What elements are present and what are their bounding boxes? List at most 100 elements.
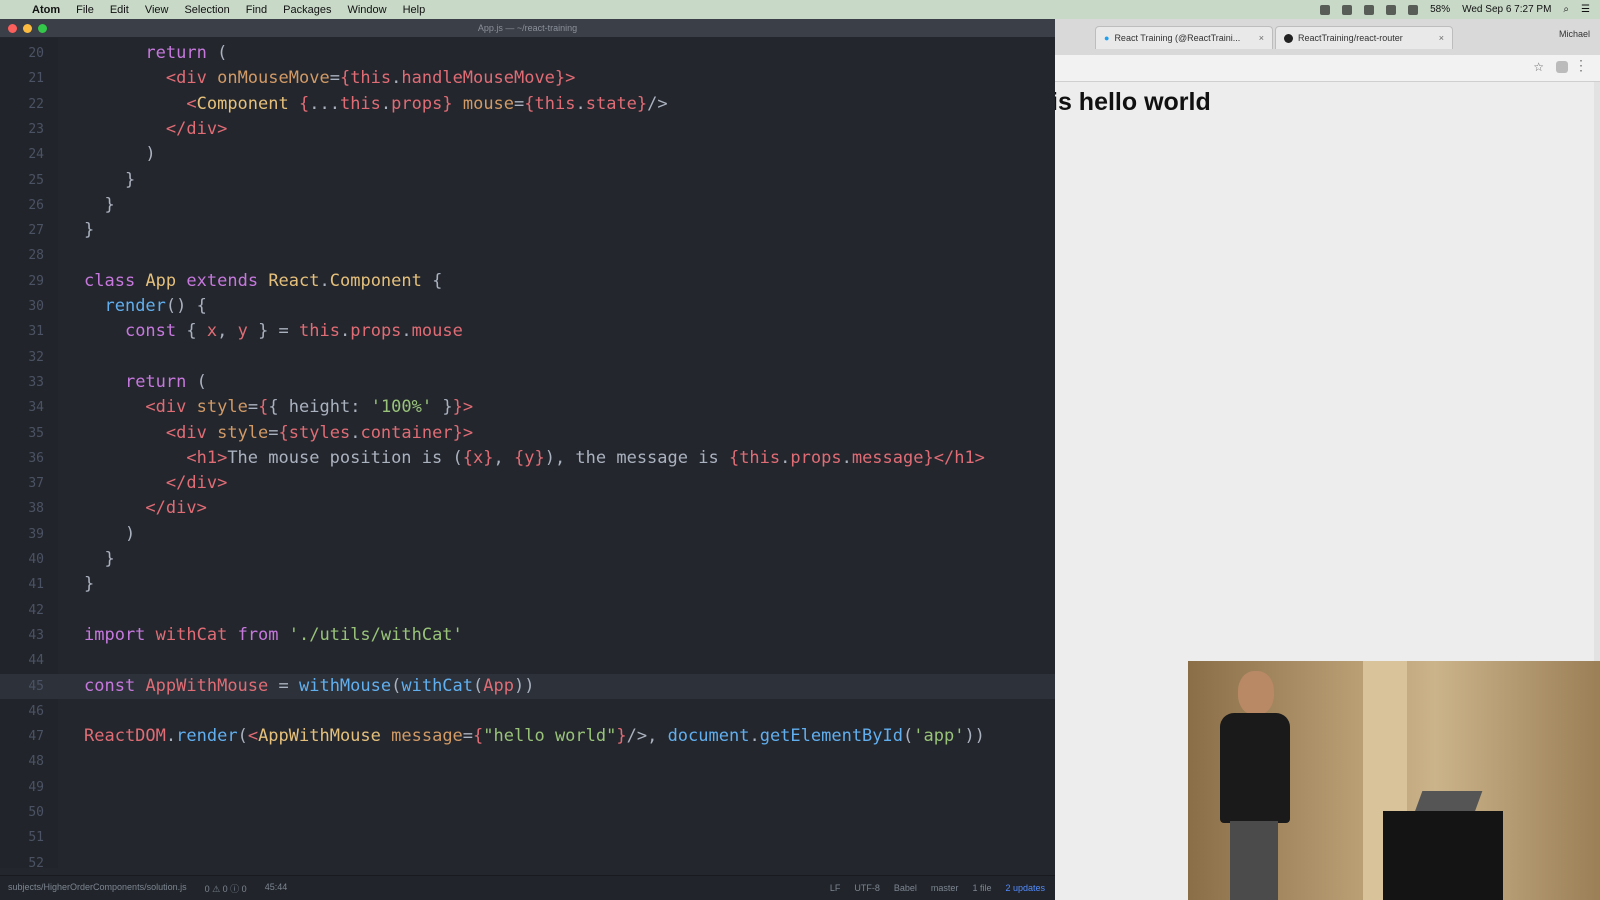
code-line[interactable]: 50 bbox=[0, 800, 1055, 825]
code-line[interactable]: 44 bbox=[0, 648, 1055, 673]
code-line[interactable]: 49 bbox=[0, 775, 1055, 800]
wifi-icon[interactable] bbox=[1386, 4, 1397, 15]
status-cursor-position[interactable]: 45:44 bbox=[265, 882, 288, 895]
code-line[interactable]: 45 const AppWithMouse = withMouse(withCat… bbox=[0, 673, 1055, 699]
bookmark-star-icon[interactable]: ☆ bbox=[1533, 60, 1544, 74]
code-text[interactable]: render() { bbox=[84, 296, 206, 316]
code-text[interactable]: <div style={styles.container}> bbox=[84, 423, 473, 443]
code-text[interactable]: import withCat from './utils/withCat' bbox=[84, 625, 463, 645]
code-line[interactable]: 34 <div style={{ height: '100%' }}> bbox=[0, 395, 1055, 420]
code-line[interactable]: 39 ) bbox=[0, 522, 1055, 547]
line-number: 38 bbox=[28, 501, 44, 517]
code-line[interactable]: 20 return ( bbox=[0, 41, 1055, 66]
code-line[interactable]: 32 bbox=[0, 345, 1055, 370]
code-line[interactable]: 28 bbox=[0, 243, 1055, 268]
code-line[interactable]: 42 bbox=[0, 598, 1055, 623]
twitter-bird-icon: ● bbox=[1104, 33, 1110, 43]
code-line[interactable]: 27} bbox=[0, 218, 1055, 243]
code-line[interactable]: 22 <Component {...this.props} mouse={thi… bbox=[0, 92, 1055, 117]
code-line[interactable]: 43 import withCat from './utils/withCat' bbox=[0, 623, 1055, 648]
code-text[interactable]: const { x, y } = this.props.mouse bbox=[84, 321, 463, 341]
code-text[interactable]: ) bbox=[84, 524, 135, 544]
code-line[interactable]: 26 } bbox=[0, 193, 1055, 218]
status-files[interactable]: 1 file bbox=[972, 883, 991, 893]
code-text[interactable]: </div> bbox=[84, 498, 206, 518]
code-line[interactable]: 52 bbox=[0, 851, 1055, 876]
code-text[interactable]: </div> bbox=[84, 119, 227, 139]
code-text[interactable]: } bbox=[84, 549, 114, 569]
code-text[interactable]: const AppWithMouse = withMouse(withCat(A… bbox=[84, 676, 534, 696]
menu-item-atom[interactable]: Atom bbox=[32, 4, 60, 16]
code-text[interactable]: <div style={{ height: '100%' }}> bbox=[84, 397, 473, 417]
code-text[interactable]: } bbox=[84, 195, 114, 215]
notification-center-icon[interactable]: ☰ bbox=[1581, 4, 1590, 15]
code-line[interactable]: 38 </div> bbox=[0, 496, 1055, 521]
volume-icon[interactable] bbox=[1408, 4, 1419, 15]
code-line[interactable]: 23 </div> bbox=[0, 117, 1055, 142]
close-icon[interactable]: × bbox=[1259, 33, 1264, 43]
code-line[interactable]: 40 } bbox=[0, 547, 1055, 572]
code-line[interactable]: 41} bbox=[0, 572, 1055, 597]
menu-item-window[interactable]: Window bbox=[347, 4, 386, 16]
code-line[interactable]: 46 bbox=[0, 699, 1055, 724]
code-line[interactable]: 33 return ( bbox=[0, 370, 1055, 395]
profile-button[interactable]: Michael bbox=[1559, 29, 1590, 39]
tab-github[interactable]: ReactTraining/react-router × bbox=[1275, 26, 1453, 49]
status-file-path[interactable]: subjects/HigherOrderComponents/solution.… bbox=[8, 882, 187, 895]
status-icon[interactable] bbox=[1342, 4, 1353, 15]
status-icon[interactable] bbox=[1320, 4, 1331, 15]
menu-item-help[interactable]: Help bbox=[403, 4, 426, 16]
line-number: 24 bbox=[28, 147, 44, 163]
code-text[interactable]: </div> bbox=[84, 473, 227, 493]
menu-item-selection[interactable]: Selection bbox=[184, 4, 229, 16]
code-text[interactable]: } bbox=[84, 170, 135, 190]
tab-twitter[interactable]: ● React Training (@ReactTraini... × bbox=[1095, 26, 1273, 49]
browser-menu-icon[interactable]: ⋮ bbox=[1574, 57, 1588, 74]
status-encoding[interactable]: UTF-8 bbox=[854, 883, 880, 893]
status-issues[interactable]: 0 ⚠ 0 ⓘ 0 bbox=[205, 882, 247, 895]
extension-icon[interactable] bbox=[1556, 61, 1568, 73]
code-line[interactable]: 36 <h1>The mouse position is ({x}, {y}),… bbox=[0, 446, 1055, 471]
menu-item-view[interactable]: View bbox=[145, 4, 169, 16]
code-text[interactable]: <Component {...this.props} mouse={this.s… bbox=[84, 94, 667, 114]
code-text[interactable]: } bbox=[84, 574, 94, 594]
menu-item-find[interactable]: Find bbox=[246, 4, 267, 16]
status-grammar[interactable]: Babel bbox=[894, 883, 917, 893]
status-icon[interactable] bbox=[1364, 4, 1375, 15]
code-line[interactable]: 24 ) bbox=[0, 142, 1055, 167]
code-text[interactable]: <h1>The mouse position is ({x}, {y}), th… bbox=[84, 448, 985, 468]
code-text[interactable]: } bbox=[84, 220, 94, 240]
status-line-ending[interactable]: LF bbox=[830, 883, 841, 893]
code-line[interactable]: 37 </div> bbox=[0, 471, 1055, 496]
code-line[interactable]: 47 ReactDOM.render(<AppWithMouse message=… bbox=[0, 724, 1055, 749]
line-number: 32 bbox=[28, 349, 44, 365]
clock[interactable]: Wed Sep 6 7:27 PM bbox=[1462, 4, 1551, 15]
battery-percentage[interactable]: 58% bbox=[1430, 4, 1450, 15]
code-text[interactable]: ReactDOM.render(<AppWithMouse message={"… bbox=[84, 726, 985, 746]
status-updates[interactable]: 2 updates bbox=[1005, 883, 1045, 893]
code-line[interactable]: 51 bbox=[0, 825, 1055, 850]
menu-item-edit[interactable]: Edit bbox=[110, 4, 129, 16]
code-text[interactable]: return ( bbox=[84, 372, 207, 392]
tab-strip: ● React Training (@ReactTraini... × Reac… bbox=[1055, 19, 1600, 55]
code-text[interactable]: return ( bbox=[84, 43, 227, 63]
code-line[interactable]: 21 <div onMouseMove={this.handleMouseMov… bbox=[0, 66, 1055, 91]
line-number: 30 bbox=[28, 299, 44, 314]
code-text[interactable]: ) bbox=[84, 144, 155, 164]
code-line[interactable]: 29 class App extends React.Component { bbox=[0, 269, 1055, 294]
menu-item-packages[interactable]: Packages bbox=[283, 4, 331, 16]
code-line[interactable]: 31 const { x, y } = this.props.mouse bbox=[0, 319, 1055, 344]
code-editor[interactable]: 20 return (21 <div onMouseMove={this.han… bbox=[0, 38, 1055, 871]
code-line[interactable]: 30 render() { bbox=[0, 294, 1055, 319]
close-icon[interactable]: × bbox=[1439, 33, 1444, 43]
code-line[interactable]: 48 bbox=[0, 749, 1055, 774]
code-text[interactable]: <div onMouseMove={this.handleMouseMove}> bbox=[84, 68, 576, 88]
code-line[interactable]: 25 } bbox=[0, 168, 1055, 193]
code-line[interactable]: 35 <div style={styles.container}> bbox=[0, 421, 1055, 446]
tab-label: ReactTraining/react-router bbox=[1298, 33, 1403, 43]
search-icon[interactable]: ⌕ bbox=[1563, 4, 1569, 15]
line-number: 43 bbox=[28, 627, 44, 643]
status-git-branch[interactable]: master bbox=[931, 883, 959, 893]
menu-item-file[interactable]: File bbox=[76, 4, 94, 16]
code-text[interactable]: class App extends React.Component { bbox=[84, 271, 442, 291]
